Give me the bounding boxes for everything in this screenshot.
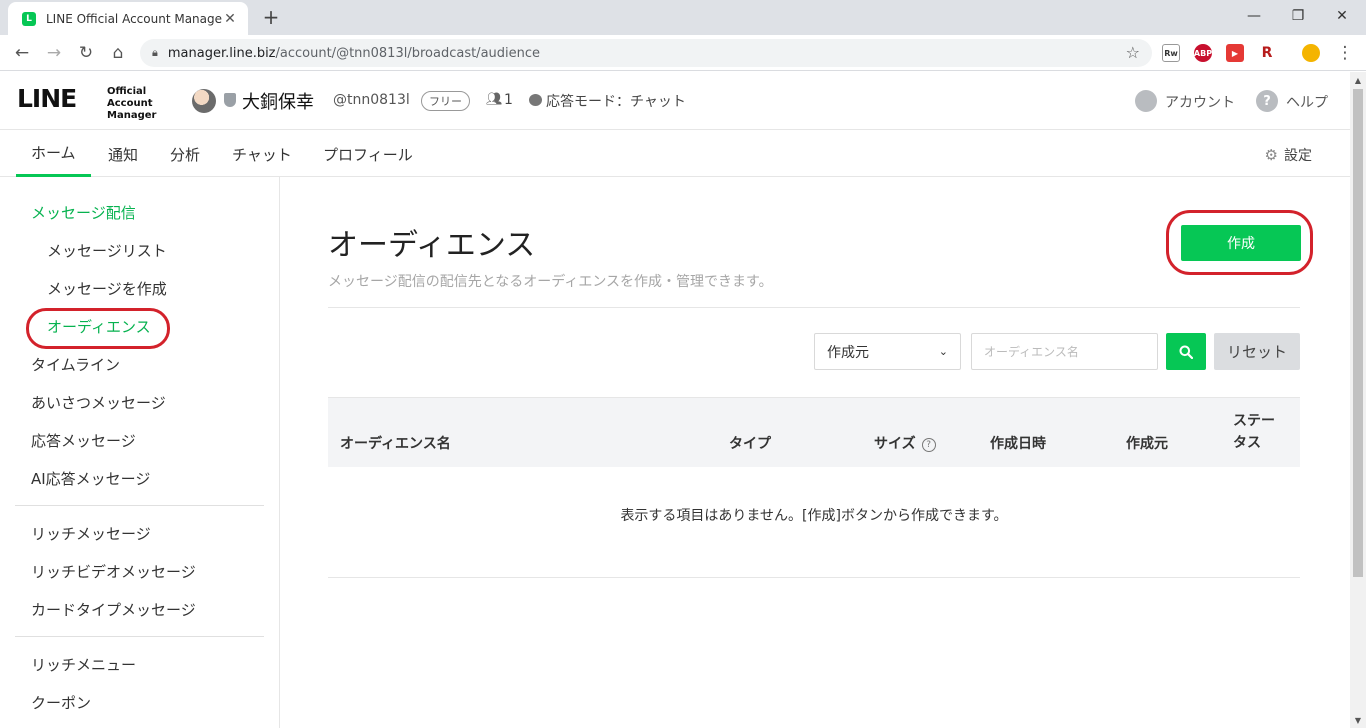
- reload-button[interactable]: ↻: [73, 40, 99, 66]
- friends-count: 1: [504, 92, 513, 108]
- bookmark-star-icon[interactable]: ☆: [1126, 43, 1140, 62]
- page-description: メッセージ配信の配信先となるオーディエンスを作成・管理できます。: [328, 274, 773, 290]
- browser-tabstrip: L LINE Official Account Manager ✕ + — ❐ …: [0, 0, 1366, 35]
- sidebar-item-message-delivery[interactable]: メッセージ配信: [31, 202, 136, 223]
- extension-video-icon[interactable]: ▶: [1226, 44, 1244, 62]
- settings-link[interactable]: ⚙ 設定: [1265, 145, 1312, 165]
- sidebar-item-timeline[interactable]: タイムライン: [31, 354, 120, 375]
- sidebar-divider: [15, 505, 264, 506]
- nav-profile[interactable]: プロフィール: [308, 131, 428, 177]
- reset-button[interactable]: リセット: [1214, 333, 1300, 370]
- shield-icon: [224, 93, 236, 107]
- page-title: オーディエンス: [328, 228, 536, 263]
- annotation-circle: [26, 308, 170, 349]
- content-divider: [328, 307, 1300, 308]
- column-size-label: サイズ: [874, 436, 916, 452]
- nav-analytics[interactable]: 分析: [155, 131, 215, 177]
- restore-window-button[interactable]: ❐: [1278, 4, 1318, 28]
- sidebar-item-rich-message[interactable]: リッチメッセージ: [31, 523, 151, 544]
- close-window-button[interactable]: ✕: [1322, 4, 1362, 28]
- browser-toolbar: ← → ↻ ⌂ 🔒︎ manager.line.biz /account/@tn…: [0, 35, 1366, 71]
- scrollbar-thumb[interactable]: [1353, 89, 1363, 577]
- line-logo[interactable]: LINE: [17, 84, 77, 113]
- sidebar-divider: [15, 636, 264, 637]
- column-size[interactable]: サイズ?: [874, 433, 936, 453]
- account-icon[interactable]: [1135, 90, 1157, 112]
- sidebar-item-ai-reply[interactable]: AI応答メッセージ: [31, 468, 150, 489]
- sidebar-item-message-list[interactable]: メッセージリスト: [47, 240, 167, 261]
- gear-icon: ⚙: [1264, 146, 1278, 164]
- scroll-up-icon[interactable]: ▲: [1350, 72, 1366, 88]
- account-link[interactable]: アカウント: [1165, 92, 1235, 112]
- url-host: manager.line.biz: [167, 45, 276, 61]
- sidebar: メッセージ配信 メッセージリスト メッセージを作成 オーディエンス タイムライン…: [0, 177, 280, 728]
- sidebar-item-rich-video-message[interactable]: リッチビデオメッセージ: [31, 561, 196, 582]
- friends-icon: 👥︎: [486, 92, 503, 107]
- nav-chat[interactable]: チャット: [217, 131, 307, 177]
- profile-avatar-icon[interactable]: [1302, 44, 1320, 62]
- sidebar-item-coupon[interactable]: クーポン: [31, 692, 91, 713]
- source-filter-value: 作成元: [827, 344, 869, 361]
- table-bottom-border: [328, 577, 1300, 578]
- settings-label: 設定: [1284, 148, 1312, 164]
- empty-table-message: 表示する項目はありません。[作成]ボタンから作成できます。: [620, 508, 1008, 524]
- account-name[interactable]: 大銅保幸: [242, 88, 314, 114]
- app-header: LINE Official Account Manager 大銅保幸 @tnn0…: [0, 72, 1350, 130]
- plan-badge: フリー: [421, 91, 470, 111]
- column-type[interactable]: タイプ: [729, 433, 771, 453]
- extension-r-icon[interactable]: R: [1258, 44, 1276, 62]
- help-icon[interactable]: ?: [1256, 90, 1278, 112]
- browser-menu-icon[interactable]: ⋮: [1332, 40, 1358, 66]
- sidebar-item-greeting-message[interactable]: あいさつメッセージ: [31, 392, 166, 413]
- sidebar-item-create-message[interactable]: メッセージを作成: [47, 278, 167, 299]
- line-favicon-icon: L: [22, 11, 36, 26]
- scroll-down-icon[interactable]: ▼: [1350, 712, 1366, 728]
- new-tab-button[interactable]: +: [258, 4, 284, 30]
- account-avatar[interactable]: [192, 89, 216, 113]
- response-mode[interactable]: 応答モード：チャット: [546, 91, 686, 111]
- search-button[interactable]: [1166, 333, 1206, 370]
- account-id: @tnn0813l: [333, 92, 410, 108]
- url-path: /account/@tnn0813l/broadcast/audience: [275, 45, 541, 61]
- column-audience-name[interactable]: オーディエンス名: [340, 433, 451, 453]
- lock-icon: 🔒︎: [152, 46, 158, 59]
- nav-home[interactable]: ホーム: [16, 131, 91, 177]
- home-button[interactable]: ⌂: [105, 40, 131, 66]
- main-nav: ホーム 通知 分析 チャット プロフィール ⚙ 設定: [0, 131, 1350, 177]
- audience-table-header: オーディエンス名 タイプ サイズ? 作成日時 作成元 ステー タス: [328, 397, 1300, 467]
- sidebar-item-auto-reply[interactable]: 応答メッセージ: [31, 430, 136, 451]
- browser-tab[interactable]: L LINE Official Account Manager ✕: [8, 2, 248, 35]
- tab-title: LINE Official Account Manager: [46, 11, 222, 26]
- sidebar-item-rich-menu[interactable]: リッチメニュー: [31, 654, 136, 675]
- extension-rw-icon[interactable]: Rw: [1162, 44, 1180, 62]
- source-filter-select[interactable]: 作成元 ⌄: [814, 333, 961, 370]
- back-button[interactable]: ←: [9, 40, 35, 66]
- column-status[interactable]: ステー タス: [1233, 410, 1275, 454]
- help-link[interactable]: ヘルプ: [1286, 92, 1328, 112]
- create-audience-button[interactable]: 作成: [1181, 225, 1301, 261]
- address-bar[interactable]: 🔒︎ manager.line.biz /account/@tnn0813l/b…: [140, 39, 1152, 67]
- close-tab-icon[interactable]: ✕: [222, 11, 238, 27]
- extension-adblock-icon[interactable]: ABP: [1194, 44, 1212, 62]
- search-icon: [1179, 345, 1193, 359]
- chevron-down-icon: ⌄: [938, 345, 948, 358]
- sidebar-item-card-message[interactable]: カードタイプメッセージ: [31, 599, 196, 620]
- audience-name-search-input[interactable]: [971, 333, 1158, 370]
- column-created-at[interactable]: 作成日時: [990, 433, 1046, 453]
- minimize-window-button[interactable]: —: [1234, 4, 1274, 28]
- column-source[interactable]: 作成元: [1126, 433, 1168, 453]
- chat-bubble-icon: [529, 94, 542, 106]
- page-scrollbar[interactable]: ▲ ▼: [1350, 72, 1366, 728]
- nav-notifications[interactable]: 通知: [93, 131, 153, 177]
- info-icon[interactable]: ?: [921, 438, 936, 452]
- forward-button[interactable]: →: [41, 40, 67, 66]
- logo-subtitle: Official Account Manager: [107, 86, 157, 121]
